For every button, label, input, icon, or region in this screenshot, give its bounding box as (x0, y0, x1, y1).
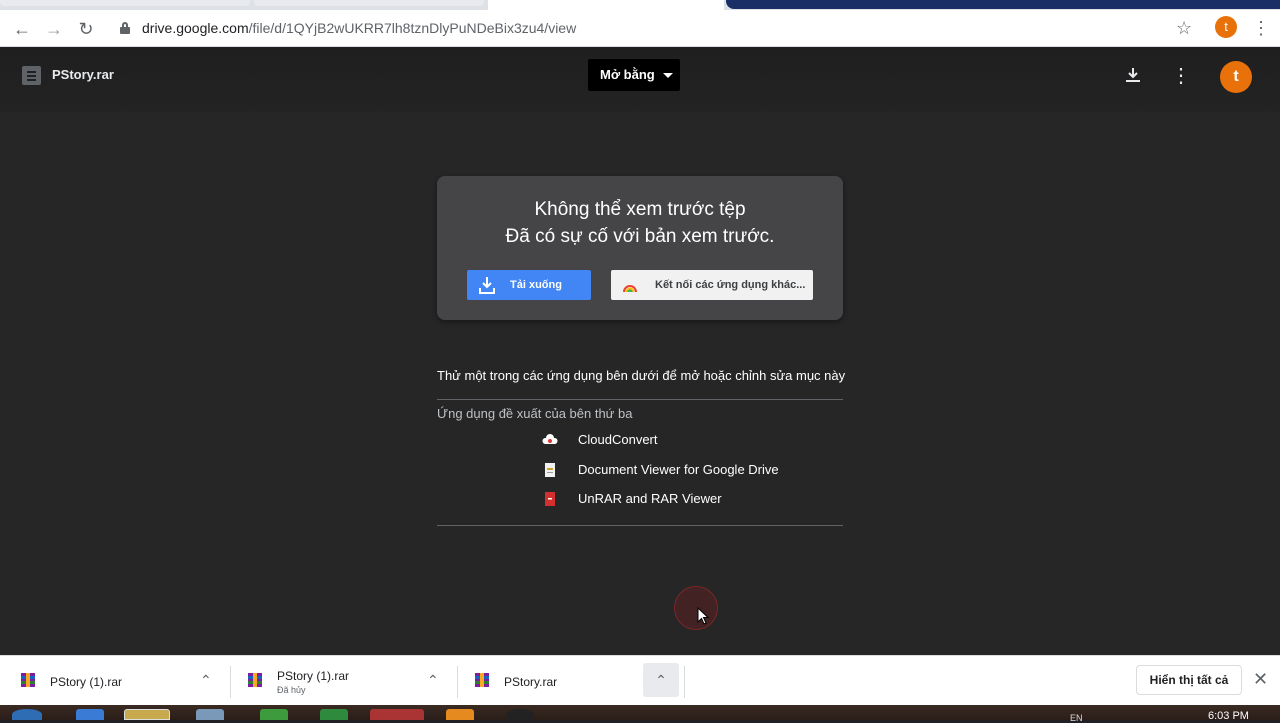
reload-icon[interactable]: ↻ (75, 18, 97, 40)
app-icon[interactable] (260, 709, 288, 720)
download-icon[interactable] (1123, 66, 1143, 88)
download-file-name: PStory (1).rar (277, 669, 350, 683)
divider (437, 525, 843, 526)
download-file-name: PStory.rar (504, 675, 558, 689)
error-subtitle: Đã có sự cố với bản xem trước. (505, 226, 775, 247)
download-icon (479, 276, 495, 294)
language-indicator[interactable]: EN (1070, 713, 1083, 723)
taskbar: EN 6:03 PM (0, 705, 1280, 723)
url-path: /file/d/1QYjB2wUKRR7lh8tznDlyPuNDeBix3zu… (248, 20, 577, 36)
connect-apps-button[interactable]: Kết nối các ứng dụng khác... (611, 270, 813, 300)
more-options-icon[interactable]: ⋮ (1171, 66, 1191, 86)
open-with-button[interactable]: Mở bằng (588, 59, 680, 91)
document-viewer-icon (542, 462, 558, 478)
chrome-icon[interactable] (370, 709, 424, 720)
firefox-icon[interactable] (446, 709, 474, 720)
browser-tab-active[interactable] (488, 0, 724, 10)
click-indicator (674, 586, 718, 630)
browser-tab[interactable] (0, 0, 250, 6)
download-file-name: PStory (1).rar (50, 675, 123, 689)
kebab-icon[interactable]: ⋮ (1252, 18, 1270, 38)
viewer-header: PStory.rar Mở bằng ⋮ t (0, 48, 1280, 112)
download-button[interactable]: Tải xuống (467, 270, 591, 300)
close-icon[interactable]: ✕ (1253, 669, 1268, 689)
mouse-cursor-icon (697, 607, 709, 625)
caret-down-icon (663, 73, 673, 78)
url-host: drive.google.com (142, 20, 249, 36)
unrar-icon (542, 491, 558, 507)
chevron-up-icon[interactable]: ⌃ (643, 663, 679, 697)
download-shelf: PStory (1).rar ⌃ PStory (1).rar Đã hủy ⌃… (0, 655, 1280, 705)
lock-icon[interactable] (120, 22, 130, 34)
browser-toolbar: ← → ↻ drive.google.com/file/d/1QYjB2wUKR… (0, 10, 1280, 47)
account-avatar[interactable]: t (1220, 61, 1252, 93)
download-item[interactable]: PStory (1).rar Đã hủy ⌃ (247, 656, 447, 706)
file-icon (22, 66, 41, 85)
preview-error-card: Không thể xem trước tệp Đã có sự cố với … (437, 176, 843, 320)
try-apps-text: Thử một trong các ứng dụng bên dưới để m… (437, 368, 846, 383)
browser-tab[interactable] (254, 0, 484, 6)
divider (457, 666, 458, 698)
divider (437, 399, 843, 400)
app-item-cloudconvert[interactable]: CloudConvert (540, 430, 840, 450)
file-name: PStory.rar (52, 67, 114, 82)
download-item[interactable]: PStory (1).rar ⌃ (20, 656, 220, 706)
open-with-label: Mở bằng (600, 67, 655, 82)
suggested-apps-label: Ứng dụng đề xuất của bên thứ ba (437, 406, 633, 421)
profile-avatar[interactable]: t (1215, 16, 1237, 38)
browser-tab[interactable] (726, 0, 1280, 9)
divider (684, 666, 685, 698)
ie-icon[interactable] (76, 709, 104, 720)
connect-apps-label: Kết nối các ứng dụng khác... (655, 279, 806, 291)
rar-file-icon (475, 673, 489, 687)
app-name: UnRAR and RAR Viewer (578, 491, 722, 506)
chevron-up-icon[interactable]: ⌃ (200, 672, 212, 688)
error-title: Không thể xem trước tệp (534, 199, 746, 220)
cloudconvert-icon (542, 432, 558, 448)
app-item-unrar[interactable]: UnRAR and RAR Viewer (540, 489, 840, 509)
url-text[interactable]: drive.google.com/file/d/1QYjB2wUKRR7lh8t… (142, 20, 576, 36)
rar-file-icon (21, 673, 35, 687)
explorer-icon[interactable] (124, 709, 170, 720)
download-status: Đã hủy (277, 685, 306, 695)
tab-strip (0, 0, 1280, 10)
excel-icon[interactable] (320, 709, 348, 720)
chevron-up-icon[interactable]: ⌃ (427, 672, 439, 688)
download-label: Tải xuống (510, 279, 562, 291)
rar-file-icon (248, 673, 262, 687)
app-icon[interactable] (196, 709, 224, 720)
divider (230, 666, 231, 698)
viewer-content: Không thể xem trước tệp Đã có sự cố với … (0, 112, 1280, 655)
clock[interactable]: 6:03 PM (1208, 710, 1249, 722)
start-icon[interactable] (12, 709, 42, 720)
arrow-left-icon[interactable]: ← (11, 18, 33, 40)
app-name: CloudConvert (578, 432, 658, 447)
rainbow-icon (623, 280, 637, 293)
obs-icon[interactable] (506, 709, 534, 720)
show-all-button[interactable]: Hiển thị tất cả (1136, 665, 1242, 695)
address-bar[interactable]: drive.google.com/file/d/1QYjB2wUKRR7lh8t… (112, 14, 1212, 43)
arrow-right-icon[interactable]: → (43, 18, 65, 40)
app-name: Document Viewer for Google Drive (578, 462, 779, 477)
star-icon[interactable]: ☆ (1176, 18, 1192, 38)
app-item-document-viewer[interactable]: Document Viewer for Google Drive (540, 460, 840, 480)
